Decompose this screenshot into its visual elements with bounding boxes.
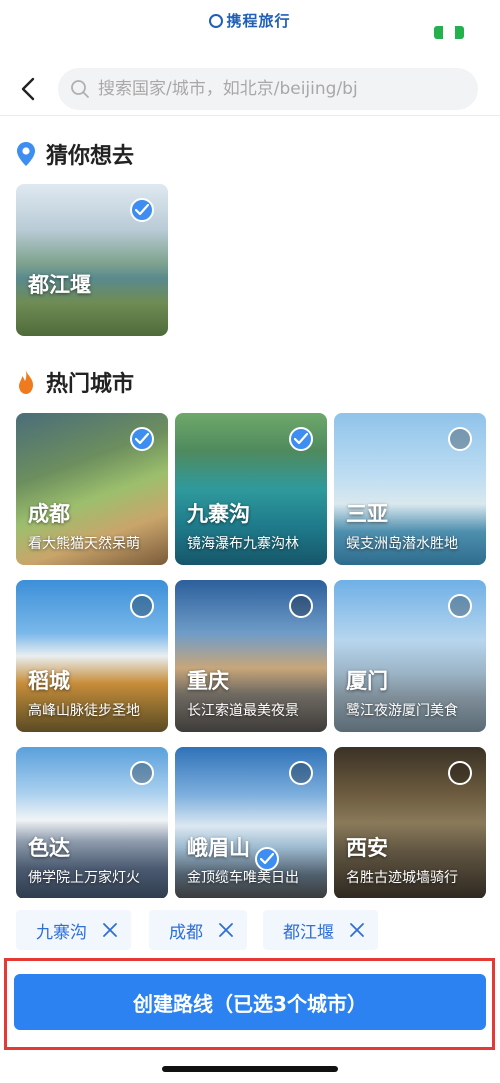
ctrip-logo-icon <box>209 14 224 28</box>
card-desc: 鹭江夜游厦门美食 <box>346 703 458 719</box>
unselected-circle-icon <box>130 594 154 618</box>
city-card-chengdu[interactable]: 成都 看大熊猫天然呆萌 <box>16 413 168 565</box>
card-desc: 金顶缆车唯美日出 <box>187 870 299 886</box>
unselected-circle-icon <box>289 594 313 618</box>
chip-chengdu: 成都 <box>149 910 247 950</box>
fire-icon <box>16 369 36 395</box>
card-name: 厦门 <box>346 669 388 693</box>
card-desc: 镜海瀑布九寨沟林 <box>187 536 299 552</box>
selected-check-icon <box>130 198 154 222</box>
back-button[interactable] <box>12 72 46 106</box>
city-card-xian[interactable]: 西安 名胜古迹城墙骑行 <box>334 747 486 899</box>
app-brand: 携程旅行 <box>0 10 500 31</box>
chip-dujiangyan: 都江堰 <box>263 910 378 950</box>
search-icon <box>71 80 89 98</box>
search-input[interactable] <box>98 68 468 110</box>
city-card-jiuzhaigou[interactable]: 九寨沟 镜海瀑布九寨沟林 <box>175 413 327 565</box>
close-icon[interactable] <box>348 921 366 939</box>
search-header <box>0 62 500 116</box>
card-name: 西安 <box>346 836 388 860</box>
card-desc: 佛学院上万家灯火 <box>28 870 140 886</box>
destination-card-dujiangyan[interactable]: 都江堰 <box>16 184 168 336</box>
chevron-left-icon <box>21 77 35 101</box>
selected-check-icon <box>130 427 154 451</box>
card-desc: 高峰山脉徒步圣地 <box>28 703 140 719</box>
card-name: 重庆 <box>187 669 229 693</box>
close-icon[interactable] <box>217 921 235 939</box>
card-name: 三亚 <box>346 502 388 526</box>
create-route-button[interactable]: 创建路线（已选3个城市） <box>14 974 486 1030</box>
chip-label: 成都 <box>169 922 203 943</box>
selected-chips-bar: 九寨沟 成都 都江堰 <box>0 898 500 962</box>
unselected-circle-icon <box>130 761 154 785</box>
card-desc: 看大熊猫天然呆萌 <box>28 536 140 552</box>
unselected-circle-icon <box>448 594 472 618</box>
card-desc: 蜈支洲岛潜水胜地 <box>346 536 458 552</box>
status-bar: 携程旅行 <box>0 0 500 48</box>
card-name: 成都 <box>28 502 70 526</box>
city-card-daocheng[interactable]: 稻城 高峰山脉徒步圣地 <box>16 580 168 732</box>
card-desc: 名胜古迹城墙骑行 <box>346 870 458 886</box>
city-card-chongqing[interactable]: 重庆 长江索道最美夜景 <box>175 580 327 732</box>
chip-jiuzhaigou: 九寨沟 <box>16 910 131 950</box>
battery-icon <box>434 26 464 39</box>
guess-section-title: 猜你想去 <box>46 144 135 169</box>
unselected-circle-icon <box>448 761 472 785</box>
unselected-circle-icon <box>289 761 313 785</box>
location-pin-icon <box>16 141 36 167</box>
guess-section-header: 猜你想去 <box>16 137 134 171</box>
city-card-sanya[interactable]: 三亚 蜈支洲岛潜水胜地 <box>334 413 486 565</box>
card-name: 峨眉山 <box>187 836 250 860</box>
card-name: 稻城 <box>28 669 70 693</box>
card-name: 都江堰 <box>28 273 91 297</box>
close-icon[interactable] <box>101 921 119 939</box>
unselected-circle-icon <box>448 427 472 451</box>
city-card-seda[interactable]: 色达 佛学院上万家灯火 <box>16 747 168 899</box>
search-box[interactable] <box>58 68 478 110</box>
brand-name: 携程旅行 <box>226 12 291 30</box>
card-desc: 长江索道最美夜景 <box>187 703 299 719</box>
selected-check-icon <box>289 427 313 451</box>
city-card-emeishan[interactable]: 峨眉山 金顶缆车唯美日出 <box>175 747 327 899</box>
hot-section-title: 热门城市 <box>46 372 135 397</box>
city-card-xiamen[interactable]: 厦门 鹭江夜游厦门美食 <box>334 580 486 732</box>
chip-label: 九寨沟 <box>36 922 87 943</box>
home-indicator <box>162 1066 338 1072</box>
chip-label: 都江堰 <box>283 922 334 943</box>
hot-section-header: 热门城市 <box>16 365 134 399</box>
card-name: 九寨沟 <box>187 502 250 526</box>
card-name: 色达 <box>28 836 70 860</box>
